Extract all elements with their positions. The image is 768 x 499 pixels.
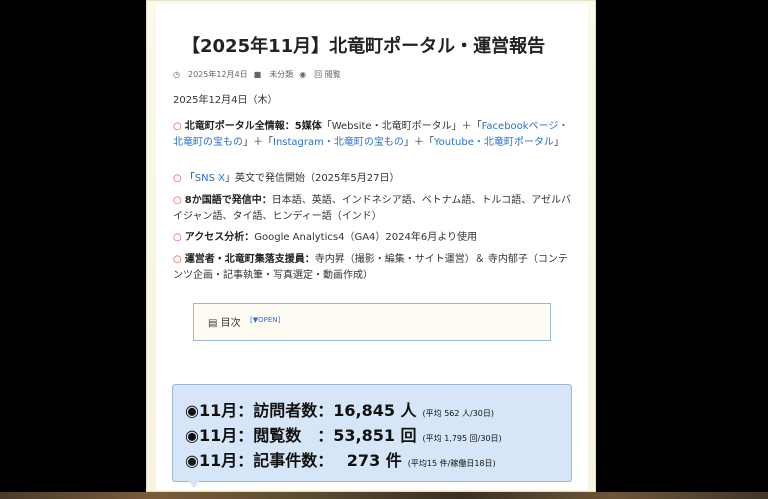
post-date: 2025年12月4日 [187, 70, 248, 79]
sns-x-link[interactable]: SNS X [195, 173, 225, 184]
post-meta: ◷ 2025年12月4日 ■ 未分類 ◉ 回 閲覧 [173, 69, 341, 80]
list-item: ○ 運営者・北竜町集落支援員：寺内昇（撮影・編集・サイト運営）＆ 寺内郁子（コンテ… [173, 252, 573, 284]
toc-title: 目次 [220, 318, 241, 329]
speech-tail [188, 480, 200, 488]
item-text: Google Analytics4（GA4）2024年6月より使用 [254, 232, 478, 243]
youtube-link[interactable]: Youtube・北竜町ポータル [434, 137, 554, 148]
list-item: ○ 8か国語で発信中：日本語、英語、インドネシア語、ベトナム語、トルコ語、アゼルバ… [173, 193, 573, 225]
date-line: 2025年12月4日（木） [173, 95, 278, 106]
folder-icon: ■ [253, 70, 262, 79]
stat-label: ◉11月：記事件数： 273 件 [185, 451, 402, 470]
stat-note: (平均15 件/稼働日18日) [407, 459, 496, 468]
circle-bullet-icon: ○ [173, 254, 182, 265]
stats-box: ◉11月：訪問者数：16,845 人 (平均 562 人/30日) ◉11月：閲覧… [172, 384, 572, 482]
stat-visitors: ◉11月：訪問者数：16,845 人 (平均 562 人/30日) [185, 397, 494, 421]
table-of-contents: ▤ 目次 [▼OPEN] [193, 303, 551, 341]
stat-label: ◉11月：訪問者数：16,845 人 [185, 401, 417, 420]
item-text: 「 [184, 173, 195, 184]
item-lead: 8か国語で発信中： [184, 195, 272, 206]
circle-bullet-icon: ○ [173, 173, 182, 184]
item-text: 」英文で発信開始（2025年5月27日） [224, 173, 400, 184]
document-icon: ▤ [208, 318, 218, 329]
category-link[interactable]: 未分類 [269, 69, 293, 80]
circle-bullet-icon: ○ [173, 121, 182, 132]
post-title: 【2025年11月】北竜町ポータル・運営報告 [182, 36, 546, 57]
toc-label: ▤ 目次 [208, 314, 241, 329]
item-text: 」＋「 [243, 137, 273, 148]
item-text: 」 [553, 137, 564, 148]
clock-icon: ◷ [173, 70, 180, 79]
list-item: ○ 「SNS X」英文で発信開始（2025年5月27日） [173, 171, 573, 187]
stat-note: (平均 562 人/30日) [422, 409, 495, 418]
toc-open-button[interactable]: [▼OPEN] [250, 316, 280, 324]
list-item: ○ アクセス分析：Google Analytics4（GA4）2024年6月より使… [173, 230, 573, 246]
item-lead: 運営者・北竜町集落支援員： [184, 254, 315, 265]
footer-image-strip [0, 492, 768, 499]
stat-pageviews: ◉11月：閲覧数 ：53,851 回 (平均 1,795 回/30日) [185, 422, 502, 446]
item-lead: 北竜町ポータル全情報：5媒体 [184, 121, 322, 132]
item-text: 「Website・北竜町ポータル」＋「 [321, 121, 482, 132]
circle-bullet-icon: ○ [173, 195, 182, 206]
stat-label: ◉11月：閲覧数 ：53,851 回 [185, 426, 417, 445]
view-count: 回 閲覧 [314, 70, 341, 79]
stat-articles: ◉11月：記事件数： 273 件 (平均15 件/稼働日18日) [185, 447, 496, 471]
item-lead: アクセス分析： [184, 232, 255, 243]
stat-note: (平均 1,795 回/30日) [422, 434, 502, 443]
circle-bullet-icon: ○ [173, 232, 182, 243]
eye-icon: ◉ [299, 70, 307, 79]
item-text: 」＋「 [403, 137, 434, 148]
instagram-link[interactable]: Instagram・北竜町の宝もの [273, 137, 404, 148]
list-item: ○ 北竜町ポータル全情報：5媒体「Website・北竜町ポータル」＋「Facebo… [173, 119, 573, 151]
